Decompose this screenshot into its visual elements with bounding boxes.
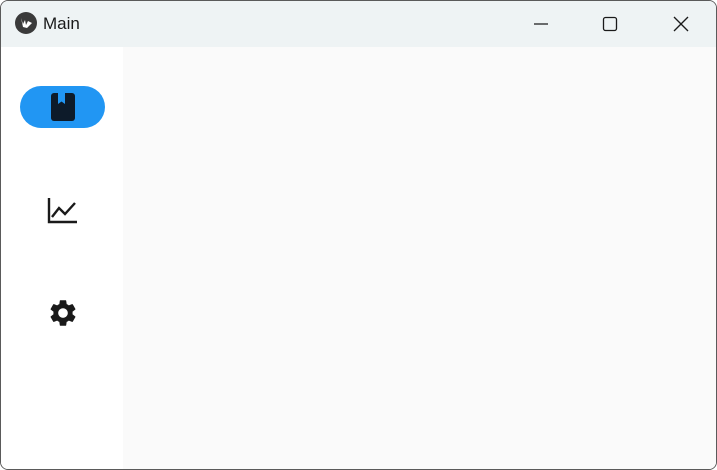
nav-item-chart[interactable]: [20, 189, 105, 231]
main-content-area: [123, 47, 716, 469]
nav-item-settings[interactable]: [20, 292, 105, 334]
maximize-icon: [602, 16, 618, 32]
minimize-icon: [534, 23, 548, 25]
kivy-logo-icon: [15, 12, 37, 34]
navigation-rail: [1, 47, 123, 469]
maximize-button[interactable]: [575, 1, 645, 47]
gear-icon: [50, 300, 75, 326]
book-icon: [50, 93, 75, 121]
close-button[interactable]: [646, 1, 716, 47]
nav-item-book[interactable]: [20, 86, 105, 128]
window-title: Main: [43, 14, 80, 33]
title-bar[interactable]: Main: [1, 1, 716, 47]
minimize-button[interactable]: [506, 1, 576, 47]
close-icon: [673, 16, 689, 32]
chart-line-icon: [47, 198, 77, 224]
app-window: Main: [0, 0, 717, 470]
